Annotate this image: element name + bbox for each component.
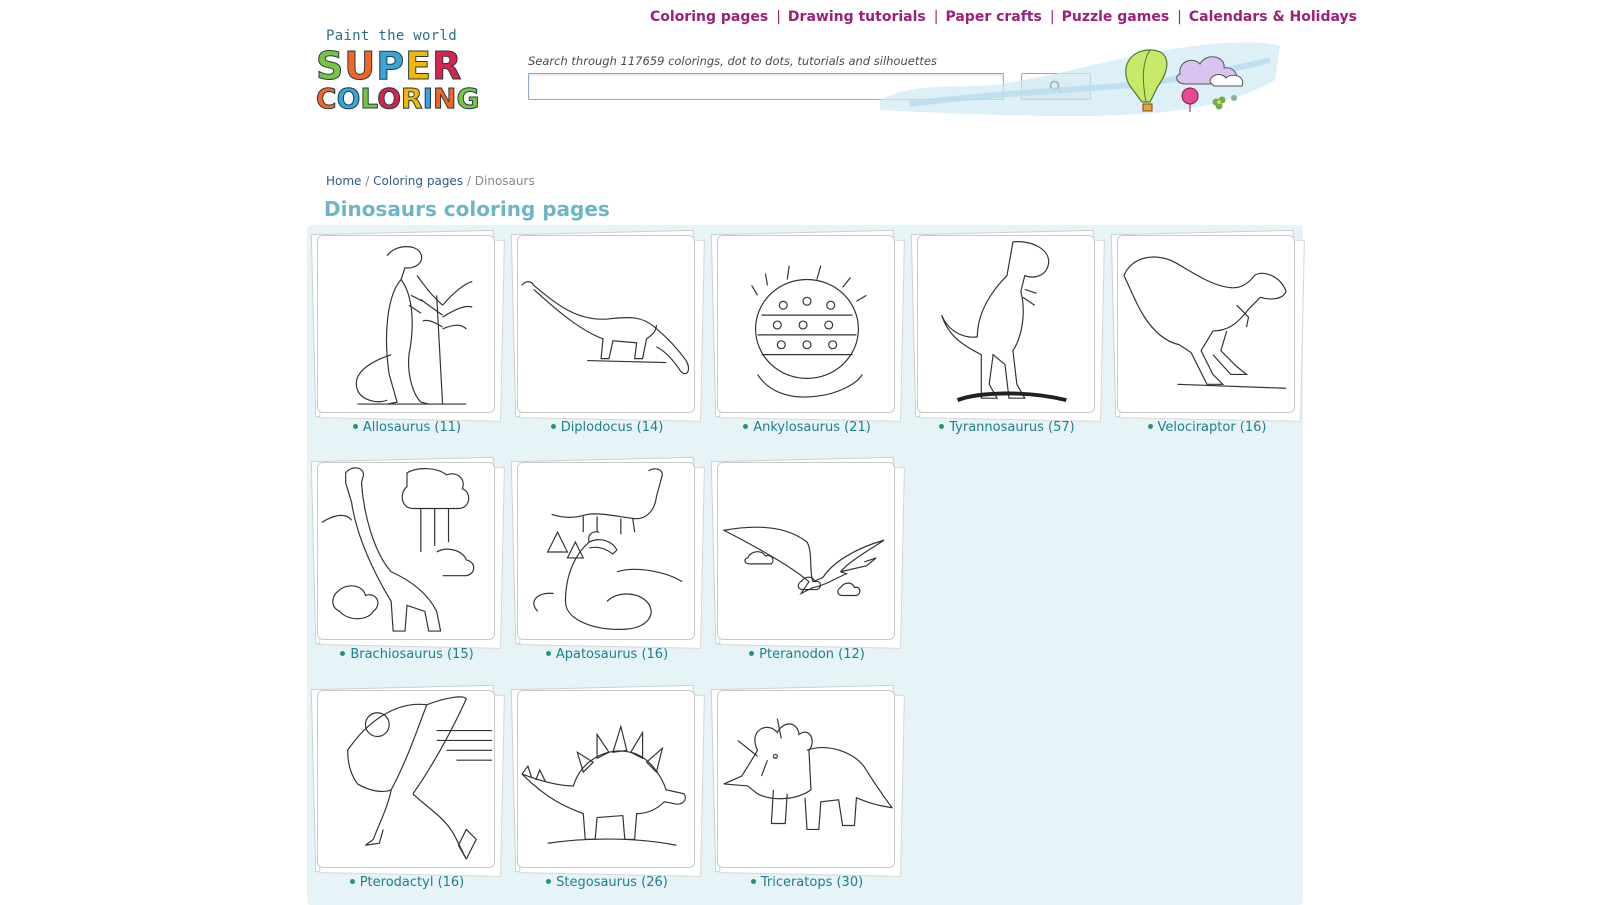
nav-separator: |: [933, 9, 939, 25]
card-caption[interactable]: Tyrannosaurus (57): [907, 420, 1107, 435]
brachiosaurus-drawing[interactable]: [317, 462, 495, 640]
breadcrumb-coloring-pages[interactable]: Coloring pages: [373, 174, 463, 188]
category-card-pteranodon[interactable]: Pteranodon (12): [710, 456, 917, 672]
card-caption[interactable]: Diplodocus (14): [507, 420, 707, 435]
breadcrumb: Home / Coloring pages / Dinosaurs: [326, 174, 535, 188]
card-caption[interactable]: Pterodactyl (16): [307, 875, 507, 890]
logo-word-coloring: COLORING: [316, 82, 480, 116]
logo-letter: C: [316, 82, 338, 116]
logo-letter: L: [360, 82, 378, 116]
allosaurus-drawing[interactable]: [317, 235, 495, 413]
bullet-icon: [545, 651, 551, 656]
nav-coloring-pages[interactable]: Coloring pages: [650, 9, 768, 25]
triceratops-drawing[interactable]: [717, 690, 895, 868]
nav-puzzle-games[interactable]: Puzzle games: [1062, 9, 1170, 25]
category-card-allosaurus[interactable]: Allosaurus (11): [310, 229, 517, 445]
category-card-triceratops[interactable]: Triceratops (30): [710, 684, 917, 900]
velociraptor-drawing[interactable]: [1117, 235, 1295, 413]
category-card-velociraptor[interactable]: Velociraptor (16): [1110, 229, 1317, 445]
breadcrumb-current: Dinosaurs: [474, 174, 535, 188]
site-logo[interactable]: Paint the world SUPER COLORING: [315, 28, 479, 122]
bullet-icon: [550, 424, 556, 429]
nav-separator: |: [1177, 9, 1182, 25]
breadcrumb-separator: /: [466, 174, 471, 188]
card-caption[interactable]: Velociraptor (16): [1107, 420, 1307, 435]
breadcrumb-separator: /: [365, 174, 370, 188]
stegosaurus-drawing[interactable]: [517, 690, 695, 868]
bullet-icon: [1147, 424, 1153, 429]
nav-drawing-tutorials[interactable]: Drawing tutorials: [788, 9, 926, 25]
header-decoration: [880, 42, 1280, 117]
bullet-icon: [352, 424, 358, 429]
card-label: Brachiosaurus (15): [350, 647, 474, 662]
card-label: Pteranodon (12): [759, 647, 865, 662]
logo-letter: O: [336, 82, 361, 116]
apatosaurus-drawing[interactable]: [517, 462, 695, 640]
pteranodon-drawing[interactable]: [717, 462, 895, 640]
category-card-diplodocus[interactable]: Diplodocus (14): [510, 229, 717, 445]
card-label: Apatosaurus (16): [555, 647, 669, 662]
nav-separator: |: [1049, 9, 1055, 25]
bullet-icon: [340, 651, 346, 656]
card-caption[interactable]: Apatosaurus (16): [507, 647, 707, 662]
card-label: Pterodactyl (16): [359, 875, 465, 890]
card-caption[interactable]: Brachiosaurus (15): [307, 647, 507, 662]
logo-letter: N: [433, 82, 457, 116]
card-caption[interactable]: Triceratops (30): [707, 875, 907, 890]
card-label: Ankylosaurus (21): [753, 420, 871, 435]
bullet-icon: [546, 879, 552, 884]
logo-letter: G: [456, 82, 480, 116]
logo-letter: I: [422, 82, 434, 116]
card-label: Stegosaurus (26): [556, 875, 668, 890]
logo-letter: R: [401, 82, 424, 116]
card-label: Tyrannosaurus (57): [949, 420, 1075, 435]
card-label: Allosaurus (11): [362, 420, 462, 435]
search-hint: Search through 117659 colorings, dot to …: [528, 54, 937, 68]
nav-paper-crafts[interactable]: Paper crafts: [945, 9, 1041, 25]
bullet-icon: [749, 651, 755, 656]
bullet-icon: [743, 424, 749, 429]
card-caption[interactable]: Allosaurus (11): [307, 420, 507, 435]
bullet-icon: [939, 424, 945, 429]
card-caption[interactable]: Stegosaurus (26): [507, 875, 707, 890]
category-card-tyrannosaurus[interactable]: Tyrannosaurus (57): [910, 229, 1117, 445]
category-card-stegosaurus[interactable]: Stegosaurus (26): [510, 684, 717, 900]
top-navigation: Coloring pages | Drawing tutorials | Paper c…: [650, 9, 1357, 25]
card-label: Diplodocus (14): [560, 420, 664, 435]
category-card-pterodactyl[interactable]: Pterodactyl (16): [310, 684, 517, 900]
breadcrumb-home[interactable]: Home: [326, 174, 361, 188]
ankylosaurus-drawing[interactable]: [717, 235, 895, 413]
pterodactyl-drawing[interactable]: [317, 690, 495, 868]
logo-tagline: Paint the world: [326, 28, 457, 44]
card-caption[interactable]: Ankylosaurus (21): [707, 420, 907, 435]
diplodocus-drawing[interactable]: [517, 235, 695, 413]
category-card-ankylosaurus[interactable]: Ankylosaurus (21): [710, 229, 917, 445]
tyrannosaurus-drawing[interactable]: [917, 235, 1095, 413]
category-card-brachiosaurus[interactable]: Brachiosaurus (15): [310, 456, 517, 672]
category-card-apatosaurus[interactable]: Apatosaurus (16): [510, 456, 717, 672]
card-caption[interactable]: Pteranodon (12): [707, 647, 907, 662]
bullet-icon: [349, 879, 355, 884]
coloring-grid: Allosaurus (11) Diplodocus (14) Ankylosa…: [307, 225, 1305, 905]
page-title: Dinosaurs coloring pages: [324, 197, 610, 221]
card-label: Triceratops (30): [760, 875, 864, 890]
nav-calendars-holidays[interactable]: Calendars & Holidays: [1189, 9, 1357, 25]
card-label: Velociraptor (16): [1157, 420, 1267, 435]
nav-separator: |: [776, 9, 781, 25]
bullet-icon: [750, 879, 756, 884]
logo-letter: O: [377, 82, 402, 116]
